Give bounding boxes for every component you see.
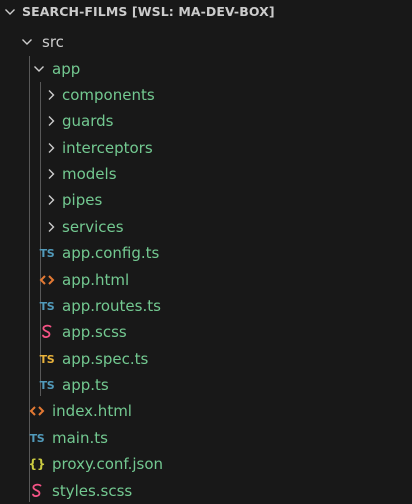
file-label: app.config.ts (62, 244, 160, 262)
chevron-right-icon (42, 191, 60, 209)
file-label: proxy.conf.json (52, 455, 164, 473)
tree-file-main-ts[interactable]: TS main.ts (0, 425, 412, 451)
explorer-section-header[interactable]: SEARCH-FILMS [WSL: MA-DEV-BOX] (0, 0, 412, 24)
file-label: app.scss (62, 323, 127, 341)
file-label: main.ts (52, 429, 108, 447)
chevron-right-icon (42, 218, 60, 236)
tree-file-app-spec-ts[interactable]: TS app.spec.ts (0, 346, 412, 372)
typescript-file-icon: TS (29, 431, 45, 445)
folder-label: src (42, 33, 64, 51)
tree-file-app-scss[interactable]: app.scss (0, 319, 412, 345)
chevron-right-icon (42, 139, 60, 157)
tree-file-index-html[interactable]: index.html (0, 398, 412, 424)
tree-file-styles-scss[interactable]: styles.scss (0, 478, 412, 504)
test-file-icon: TS (39, 352, 55, 366)
tree-folder-pipes[interactable]: pipes (0, 187, 412, 213)
chevron-down-icon (18, 33, 36, 51)
json-file-icon: {} (28, 457, 46, 471)
tree-file-proxy-conf-json[interactable]: {} proxy.conf.json (0, 451, 412, 477)
folder-label: guards (62, 112, 114, 130)
chevron-right-icon (42, 112, 60, 130)
sass-file-icon (37, 324, 57, 340)
workspace-title: SEARCH-FILMS [WSL: MA-DEV-BOX] (22, 4, 275, 19)
file-label: app.html (62, 271, 130, 289)
tree-folder-services[interactable]: services (0, 214, 412, 240)
tree-file-app-config-ts[interactable]: TS app.config.ts (0, 240, 412, 266)
chevron-right-icon (42, 86, 60, 104)
typescript-file-icon: TS (39, 299, 55, 313)
folder-label: models (62, 165, 117, 183)
folder-label: interceptors (62, 139, 153, 157)
tree-folder-components[interactable]: components (0, 82, 412, 108)
folder-label: app (52, 60, 81, 78)
tree-file-app-ts[interactable]: TS app.ts (0, 372, 412, 398)
tree-folder-src[interactable]: src (0, 29, 412, 55)
folder-label: services (62, 218, 124, 236)
folder-label: pipes (62, 191, 103, 209)
file-label: styles.scss (52, 482, 133, 500)
file-label: app.routes.ts (62, 297, 161, 315)
chevron-right-icon (42, 165, 60, 183)
tree-file-app-routes-ts[interactable]: TS app.routes.ts (0, 293, 412, 319)
file-label: index.html (52, 402, 132, 420)
html-file-icon (27, 403, 47, 419)
tree-folder-app[interactable]: app (0, 56, 412, 82)
tree-folder-interceptors[interactable]: interceptors (0, 135, 412, 161)
html-file-icon (37, 272, 57, 288)
folder-label: components (62, 86, 155, 104)
file-label: app.ts (62, 376, 109, 394)
chevron-down-icon (30, 60, 48, 78)
sass-file-icon (27, 483, 47, 499)
chevron-down-icon[interactable] (1, 3, 19, 21)
tree-file-app-html[interactable]: app.html (0, 267, 412, 293)
typescript-file-icon: TS (39, 378, 55, 392)
tree-folder-guards[interactable]: guards (0, 108, 412, 134)
file-label: app.spec.ts (62, 350, 149, 368)
explorer-panel: SEARCH-FILMS [WSL: MA-DEV-BOX] src app c… (0, 0, 412, 504)
tree-folder-models[interactable]: models (0, 161, 412, 187)
typescript-file-icon: TS (39, 246, 55, 260)
